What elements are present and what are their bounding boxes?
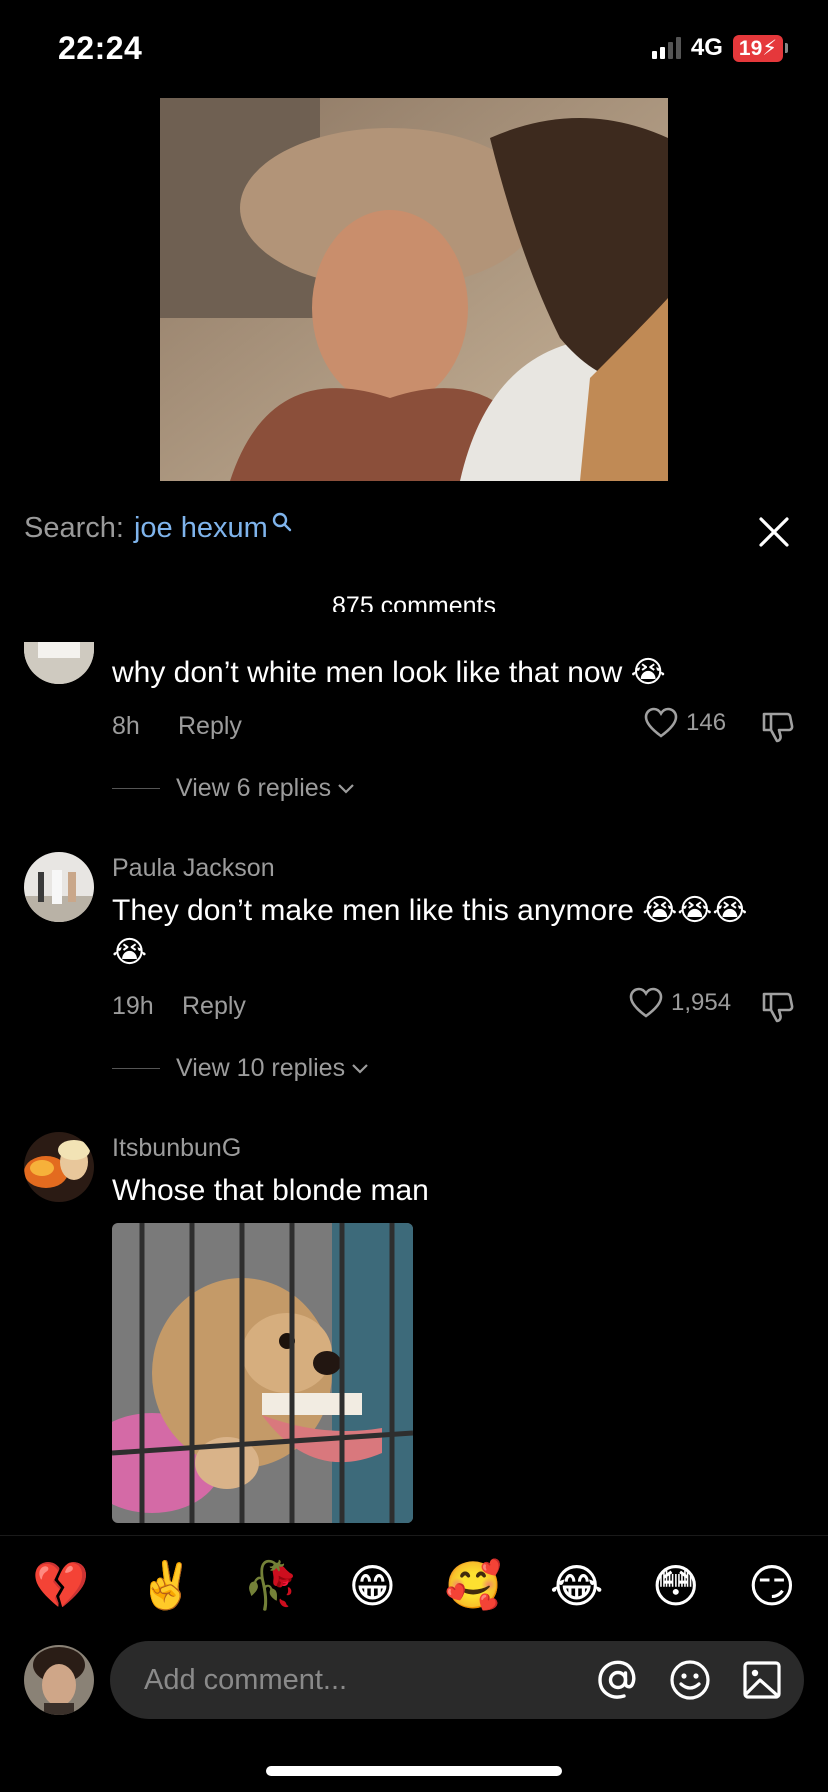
network-type: 4G	[690, 34, 723, 61]
reply-button[interactable]: Reply	[182, 992, 246, 1021]
emoji-broken-heart[interactable]: 💔	[32, 1558, 89, 1613]
emoji-tears-of-joy[interactable]: 😂	[550, 1559, 604, 1613]
search-query-link[interactable]: joe hexum	[134, 512, 268, 545]
comment-text: They don’t make men like this anymore 😭😭…	[112, 894, 748, 927]
close-icon	[759, 517, 789, 547]
dislike-button[interactable]	[760, 988, 796, 1029]
like-count: 1,954	[671, 989, 732, 1016]
search-suggestion[interactable]: Search: joe hexum	[24, 512, 293, 545]
emoji-quick-bar: 💔 ✌️ 🥀 😁 🥰 😂 😳 😏	[0, 1535, 828, 1635]
comment-text-line-2: 😭	[112, 936, 148, 969]
emoji-picker-icon[interactable]	[668, 1658, 712, 1702]
thumbs-down-icon	[762, 712, 794, 743]
video-preview[interactable]	[160, 98, 668, 481]
comment-username[interactable]: ItsbunbunG	[112, 1134, 241, 1163]
mention-icon[interactable]	[596, 1658, 640, 1702]
chevron-down-icon	[338, 783, 354, 794]
like-button[interactable]: 1,954	[629, 987, 731, 1019]
reply-button[interactable]: Reply	[178, 712, 242, 741]
battery-level: 19	[738, 36, 763, 60]
comment-time: 19h	[112, 992, 154, 1020]
comment-text: Whose that blonde man	[112, 1174, 429, 1207]
comment-text: why don’t white men look like that now 😭	[112, 656, 666, 689]
comment-input-box[interactable]	[110, 1641, 804, 1719]
emoji-wilted-rose[interactable]: 🥀	[243, 1558, 300, 1613]
home-indicator[interactable]	[266, 1766, 562, 1776]
dislike-button[interactable]	[760, 708, 796, 749]
chevron-down-icon	[352, 1063, 368, 1074]
avatar[interactable]	[24, 1132, 94, 1202]
search-icon	[272, 512, 291, 531]
comment-image[interactable]	[112, 1223, 413, 1523]
thumbs-down-icon	[762, 992, 794, 1023]
search-label: Search:	[24, 512, 124, 544]
emoji-smiling-hearts[interactable]: 🥰	[444, 1558, 501, 1613]
view-replies-label: View 6 replies	[176, 774, 332, 802]
my-avatar[interactable]	[24, 1645, 94, 1715]
heart-icon	[644, 707, 678, 738]
status-time: 22:24	[58, 30, 143, 66]
battery-icon: 19⚡	[732, 34, 788, 62]
comment-composer	[24, 1640, 804, 1720]
image-attach-icon[interactable]	[740, 1658, 784, 1702]
comment-time: 8h	[112, 712, 140, 740]
view-replies-label: View 10 replies	[176, 1054, 346, 1082]
like-button[interactable]: 146	[644, 707, 726, 739]
view-replies-button[interactable]: View 6 replies	[112, 774, 355, 803]
comment-username[interactable]: Paula Jackson	[112, 854, 275, 883]
emoji-grin[interactable]: 😁	[348, 1559, 396, 1613]
avatar-partial[interactable]	[24, 642, 94, 684]
close-button[interactable]	[756, 514, 792, 550]
signal-icon	[651, 37, 681, 59]
emoji-smirk[interactable]: 😏	[748, 1559, 796, 1613]
avatar[interactable]	[24, 852, 94, 922]
status-indicators: 4G 19⚡	[651, 34, 788, 62]
heart-icon	[629, 987, 663, 1018]
emoji-flushed[interactable]: 😳	[652, 1559, 700, 1613]
like-count: 146	[686, 709, 727, 736]
emoji-victory-hand[interactable]: ✌️	[137, 1558, 194, 1613]
view-replies-button[interactable]: View 10 replies	[112, 1054, 369, 1083]
comment-input[interactable]	[142, 1662, 568, 1698]
